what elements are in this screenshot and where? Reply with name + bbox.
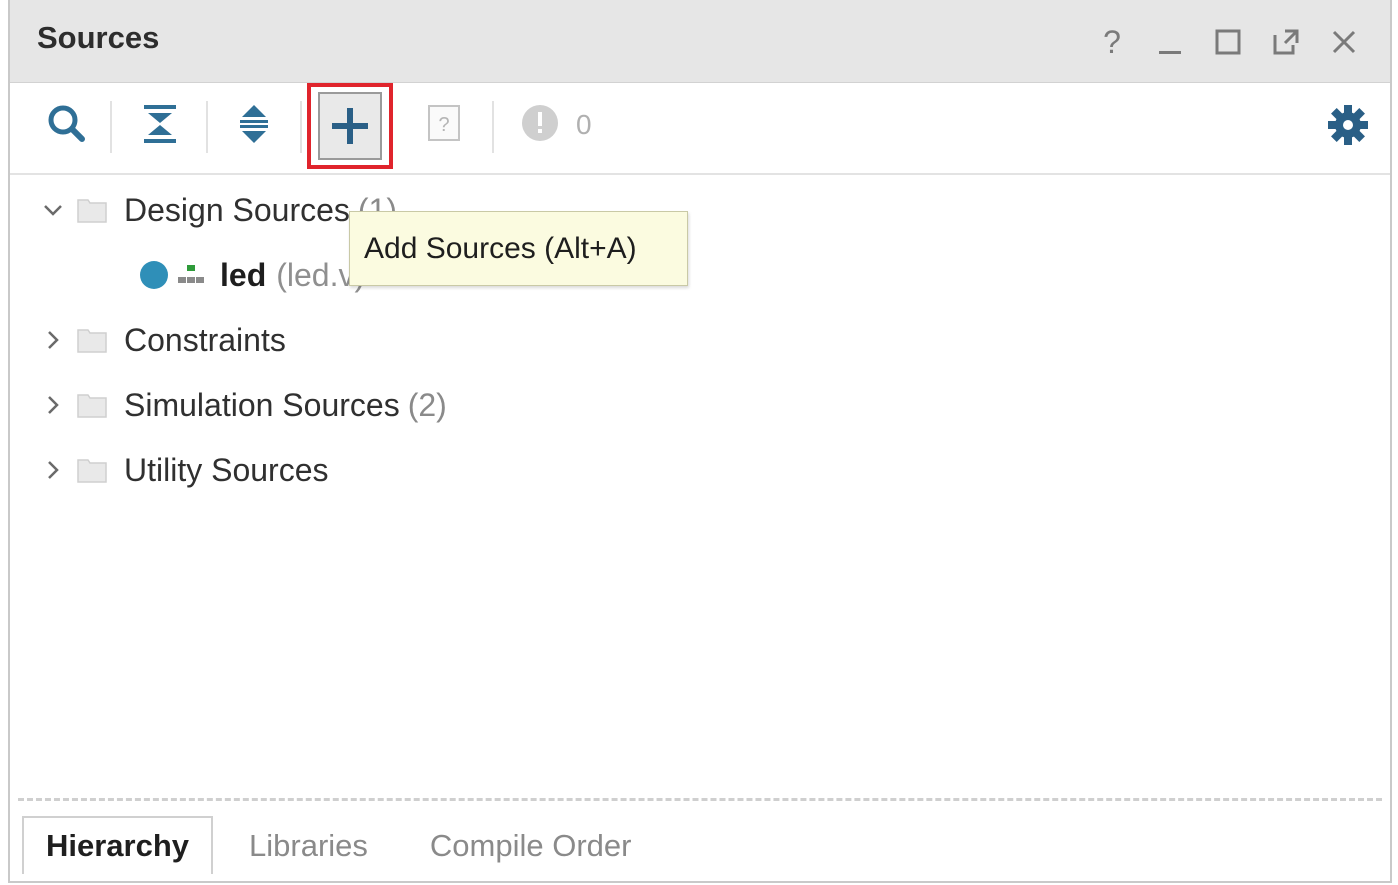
add-sources-tooltip: Add Sources (Alt+A) [349, 211, 688, 286]
tree-row-led[interactable]: led (led.v) [10, 247, 1390, 303]
toolbar-separator [206, 101, 208, 153]
search-button[interactable] [36, 93, 96, 153]
folder-icon [77, 459, 107, 483]
toolbar-separator [300, 101, 302, 153]
expand-all-icon [240, 105, 268, 143]
tree-row-simulation-sources[interactable]: Simulation Sources (2) [10, 377, 1390, 433]
expand-all-button[interactable] [224, 93, 284, 153]
float-icon[interactable] [1268, 24, 1304, 60]
tree-label: Constraints [124, 321, 286, 358]
module-status-icon [140, 261, 168, 289]
tab-libraries[interactable]: Libraries [233, 818, 384, 874]
tab-compile-order[interactable]: Compile Order [414, 818, 648, 874]
folder-icon [77, 394, 107, 418]
chevron-right-icon[interactable] [38, 390, 68, 420]
sources-tree: Design Sources (1) led (led.v) Constrain… [10, 176, 1390, 796]
close-icon[interactable] [1326, 24, 1362, 60]
hierarchy-icon [178, 265, 204, 283]
tabs-divider [18, 798, 1382, 801]
toolbar-separator [110, 101, 112, 153]
sources-panel: Sources ? ? 0 Design Sources (1) led (le… [8, 0, 1392, 883]
unknown-doc-button[interactable]: ? [414, 93, 474, 153]
bottom-tabs: Hierarchy Libraries Compile Order [10, 806, 1390, 874]
tree-label: Design Sources [124, 191, 350, 228]
maximize-icon[interactable] [1210, 24, 1246, 60]
status-count: 0 [576, 109, 592, 140]
collapse-all-icon [144, 105, 176, 143]
tree-row-design-sources[interactable]: Design Sources (1) [10, 182, 1390, 238]
search-icon [48, 105, 85, 142]
gear-icon [1328, 105, 1368, 145]
help-icon[interactable]: ? [1094, 24, 1130, 60]
sources-toolbar: ? 0 [10, 83, 1390, 175]
svg-text:?: ? [438, 114, 449, 136]
folder-icon [77, 329, 107, 353]
chevron-right-icon[interactable] [38, 455, 68, 485]
tree-label: Simulation Sources [124, 386, 400, 423]
tree-count: (2) [407, 386, 447, 423]
question-doc-icon: ? [428, 105, 460, 141]
panel-titlebar: Sources ? [10, 0, 1390, 83]
panel-title: Sources [37, 20, 160, 55]
tab-hierarchy[interactable]: Hierarchy [22, 816, 214, 874]
status-indicator[interactable] [510, 93, 570, 153]
tree-label: Utility Sources [124, 451, 329, 488]
toolbar-separator [492, 101, 494, 153]
chevron-right-icon[interactable] [38, 325, 68, 355]
minimize-icon[interactable] [1152, 24, 1188, 60]
add-sources-highlight [307, 83, 393, 169]
chevron-down-icon[interactable] [38, 195, 68, 225]
status-circle-icon [522, 105, 558, 141]
tree-row-utility-sources[interactable]: Utility Sources [10, 442, 1390, 498]
settings-button[interactable] [1324, 101, 1372, 149]
tree-row-constraints[interactable]: Constraints [10, 312, 1390, 368]
window-controls: ? [1094, 24, 1362, 60]
folder-icon [77, 199, 107, 223]
tree-label: led [220, 256, 267, 293]
collapse-all-button[interactable] [130, 93, 190, 153]
